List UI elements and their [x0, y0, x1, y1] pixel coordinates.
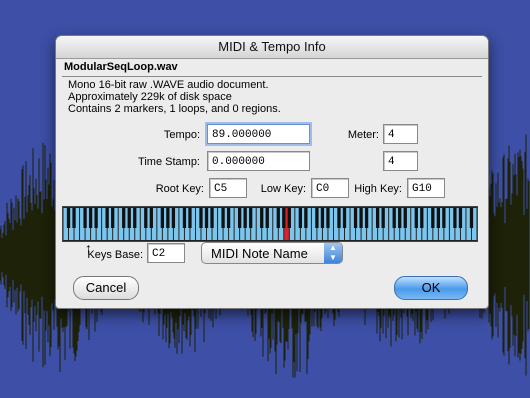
black-key[interactable] — [160, 208, 165, 228]
black-key[interactable] — [304, 208, 308, 228]
black-key[interactable] — [364, 208, 369, 228]
tempo-label: Tempo: — [163, 129, 200, 141]
time-stamp-label: Time Stamp: — [138, 156, 200, 168]
black-key[interactable] — [105, 208, 109, 228]
black-key[interactable] — [315, 208, 319, 228]
black-key[interactable] — [260, 208, 264, 228]
high-key-label: High Key: — [354, 183, 402, 195]
black-key[interactable] — [420, 208, 424, 228]
low-key-label: Low Key: — [260, 183, 306, 195]
file-name: ModularSeqLoop.wav — [64, 61, 178, 73]
black-key[interactable] — [353, 208, 358, 228]
black-key[interactable] — [72, 208, 76, 228]
black-key[interactable] — [122, 208, 126, 228]
black-key[interactable] — [88, 208, 93, 228]
contents-text: Contains 2 markers, 1 loops, and 0 regio… — [68, 103, 281, 115]
window-title: MIDI & Tempo Info — [56, 36, 488, 59]
black-key[interactable] — [436, 208, 441, 228]
black-key[interactable] — [431, 208, 435, 228]
black-key[interactable] — [221, 208, 225, 228]
black-key[interactable] — [442, 208, 446, 228]
black-key[interactable] — [144, 208, 148, 228]
note-format-value: MIDI Note Name — [211, 246, 308, 261]
black-key[interactable] — [188, 208, 192, 228]
low-key-field[interactable]: C0 — [311, 178, 349, 198]
time-stamp-field[interactable]: 0.000000 — [207, 151, 310, 171]
black-key[interactable] — [398, 208, 402, 228]
piano-keyboard[interactable] — [62, 206, 478, 242]
black-key[interactable] — [204, 208, 209, 228]
black-key[interactable] — [298, 208, 303, 228]
disk-space-text: Approximately 229k of disk space — [68, 91, 232, 103]
black-key[interactable] — [403, 208, 407, 228]
black-key[interactable] — [83, 208, 87, 228]
black-key[interactable] — [226, 208, 231, 228]
black-key[interactable] — [127, 208, 131, 228]
black-key[interactable] — [66, 208, 71, 228]
black-key[interactable] — [287, 208, 291, 228]
black-key[interactable] — [237, 208, 242, 228]
keys-base-field[interactable]: C2 — [147, 243, 185, 263]
black-key[interactable] — [320, 208, 325, 228]
high-key-field[interactable]: G10 — [407, 178, 445, 198]
meter-numerator-field[interactable]: 4 — [383, 124, 418, 144]
black-key[interactable] — [326, 208, 330, 228]
black-key[interactable] — [381, 208, 385, 228]
meter-label: Meter: — [347, 129, 379, 141]
divider — [62, 76, 482, 77]
black-key[interactable] — [375, 208, 380, 228]
black-key[interactable] — [243, 208, 247, 228]
black-key[interactable] — [337, 208, 341, 228]
ok-button[interactable]: OK — [394, 276, 468, 300]
black-key[interactable] — [166, 208, 170, 228]
black-key[interactable] — [265, 208, 269, 228]
meter-denominator-field[interactable]: 4 — [383, 151, 418, 171]
black-key[interactable] — [414, 208, 418, 228]
black-key[interactable] — [249, 208, 253, 228]
black-key[interactable] — [149, 208, 153, 228]
note-format-select[interactable]: MIDI Note Name ▲ ▼ — [201, 242, 343, 264]
midi-tempo-dialog: MIDI & Tempo Info ModularSeqLoop.wav Mon… — [55, 35, 489, 309]
popup-arrows-icon: ▲ ▼ — [324, 243, 342, 263]
black-key[interactable] — [94, 208, 98, 228]
file-format-text: Mono 16-bit raw .WAVE audio document. — [68, 79, 269, 91]
black-key[interactable] — [458, 208, 463, 228]
black-key[interactable] — [111, 208, 115, 228]
black-key[interactable] — [392, 208, 396, 228]
black-key[interactable] — [342, 208, 347, 228]
cancel-button[interactable]: Cancel — [73, 276, 139, 300]
root-key-field[interactable]: C5 — [209, 178, 247, 198]
black-key[interactable] — [182, 208, 187, 228]
keys-base-label: Keys Base: — [87, 249, 143, 261]
black-key[interactable] — [359, 208, 363, 228]
root-key-label: Root Key: — [155, 183, 204, 195]
black-key[interactable] — [171, 208, 176, 228]
black-key[interactable] — [199, 208, 203, 228]
black-key[interactable] — [276, 208, 280, 228]
black-key[interactable] — [453, 208, 457, 228]
black-key[interactable] — [210, 208, 214, 228]
black-key[interactable] — [469, 208, 474, 228]
black-key[interactable] — [133, 208, 137, 228]
black-key[interactable] — [282, 208, 286, 228]
tempo-field[interactable]: 89.000000 — [207, 124, 310, 144]
